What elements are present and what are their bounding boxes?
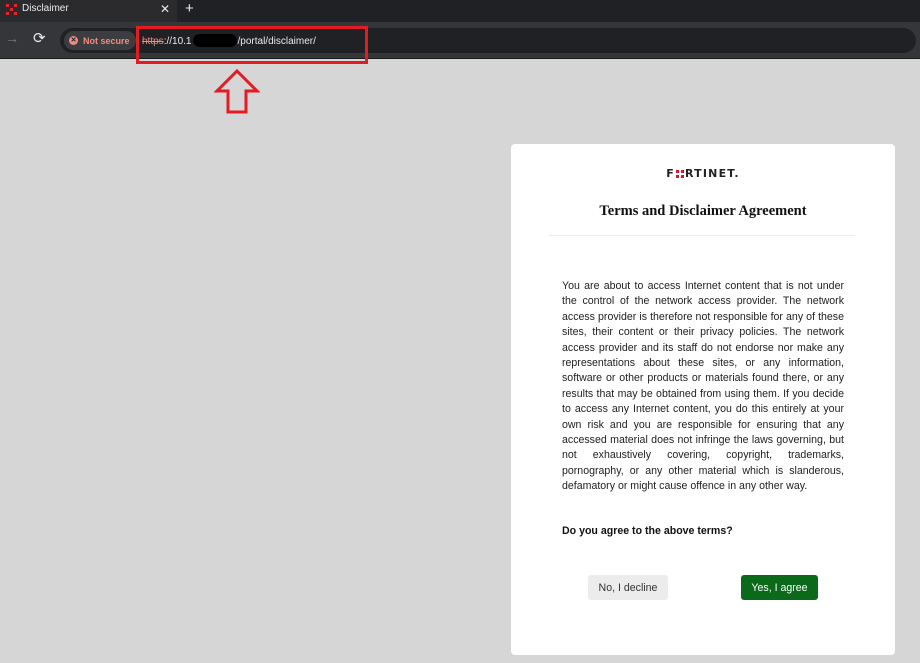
security-chip[interactable]: ✕ Not secure <box>64 31 136 50</box>
agreement-question: Do you agree to the above terms? <box>562 525 733 537</box>
logo-letter-f: F <box>666 167 675 180</box>
disclaimer-text: You are about to access Internet content… <box>562 280 844 493</box>
tab-strip: Disclaimer ✕ + <box>0 0 920 22</box>
fortinet-mark-icon <box>676 170 684 178</box>
reload-icon[interactable]: ⟳ <box>33 29 46 47</box>
disclaimer-card: F RTINET. Terms and Disclaimer Agreement … <box>511 144 895 655</box>
fortinet-favicon-icon <box>6 4 17 15</box>
tab-title: Disclaimer <box>22 3 69 14</box>
url-highlight-box <box>136 26 368 64</box>
page-title: Terms and Disclaimer Agreement <box>599 203 807 219</box>
tab-disclaimer[interactable]: Disclaimer ✕ <box>0 0 177 22</box>
close-icon[interactable]: ✕ <box>160 2 170 16</box>
security-chip-label: Not secure <box>83 35 130 46</box>
decline-button[interactable]: No, I decline <box>588 575 668 600</box>
agree-button[interactable]: Yes, I agree <box>741 575 818 600</box>
forward-arrow-icon[interactable]: → <box>5 30 19 46</box>
new-tab-button[interactable]: + <box>185 0 194 17</box>
up-arrow-annotation-icon <box>214 69 260 114</box>
logo-rest: RTINET. <box>685 167 740 180</box>
fortinet-logo: F RTINET. <box>511 167 895 180</box>
divider <box>549 235 855 236</box>
warning-circle-icon: ✕ <box>69 36 78 45</box>
